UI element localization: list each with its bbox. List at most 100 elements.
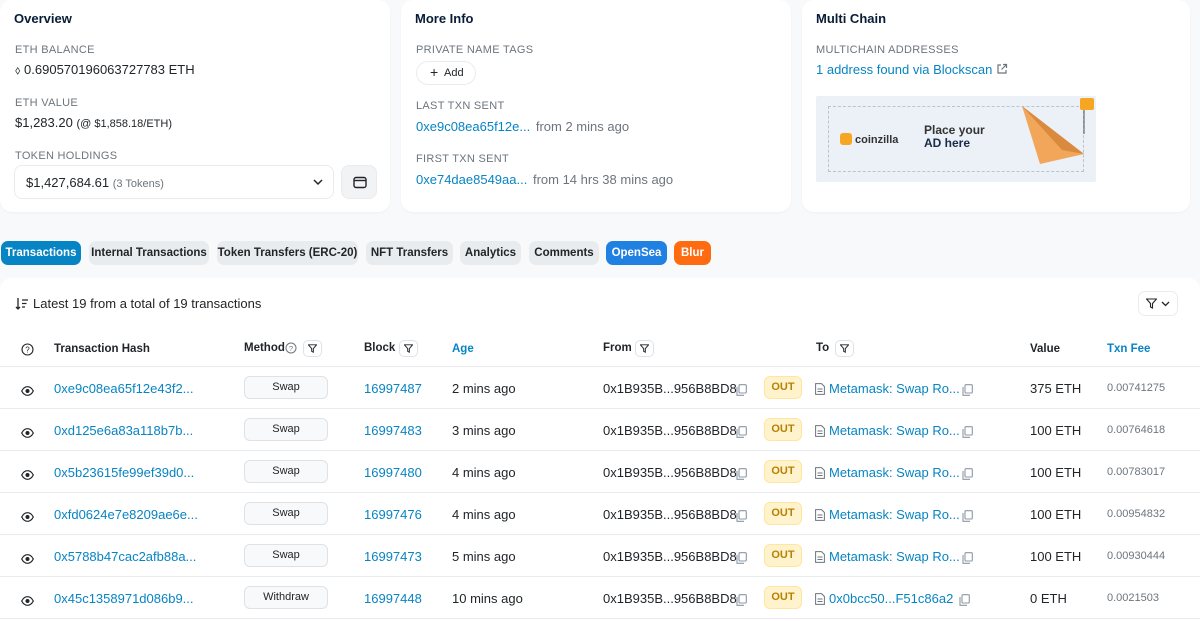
eth-value-label: ETH VALUE bbox=[15, 97, 79, 109]
svg-text:?: ? bbox=[289, 344, 293, 353]
copy-icon[interactable] bbox=[736, 551, 747, 569]
from-address: 0x1B935B...956B8BD8 bbox=[603, 381, 737, 396]
transaction-hash-link[interactable]: 0xd125e6a83a118b7b... bbox=[54, 423, 193, 438]
help-circle-icon[interactable]: ? bbox=[21, 343, 34, 356]
direction-badge: OUT bbox=[764, 418, 802, 441]
direction-badge: OUT bbox=[764, 544, 802, 567]
eye-icon[interactable] bbox=[21, 383, 34, 401]
token-holdings-amount: $1,427,684.61 bbox=[26, 175, 110, 190]
copy-icon[interactable] bbox=[962, 383, 973, 401]
private-tags-label: PRIVATE NAME TAGS bbox=[416, 44, 534, 56]
copy-icon[interactable] bbox=[736, 593, 747, 611]
last-txn-hash-link[interactable]: 0xe9c08ea65f12e... bbox=[416, 119, 530, 134]
transaction-hash-link[interactable]: 0x45c1358971d086b9... bbox=[54, 591, 194, 606]
copy-icon[interactable] bbox=[736, 425, 747, 443]
copy-icon[interactable] bbox=[962, 467, 973, 485]
header-transaction-hash: Transaction Hash bbox=[54, 343, 150, 355]
copy-icon[interactable] bbox=[736, 467, 747, 485]
from-address: 0x1B935B...956B8BD8 bbox=[603, 591, 737, 606]
tab-blur[interactable]: Blur bbox=[674, 241, 711, 265]
transaction-hash-link[interactable]: 0x5b23615fe99ef39d0... bbox=[54, 465, 194, 480]
block-filter-button[interactable] bbox=[399, 340, 418, 357]
last-txn: 0xe9c08ea65f12e... from 2 mins ago bbox=[416, 119, 629, 134]
sort-descending-icon bbox=[15, 298, 28, 310]
value-text: 100 ETH bbox=[1030, 423, 1082, 438]
ad-brand-label: coinzilla bbox=[855, 134, 899, 146]
to-address-link[interactable]: Metamask: Swap Ro... bbox=[829, 507, 960, 522]
transaction-hash-link[interactable]: 0x5788b47cac2afb88a... bbox=[54, 549, 196, 564]
to-address-link[interactable]: Metamask: Swap Ro... bbox=[829, 381, 960, 396]
token-portfolio-button[interactable] bbox=[341, 165, 377, 199]
from-address: 0x1B935B...956B8BD8 bbox=[603, 507, 737, 522]
external-link-icon[interactable] bbox=[996, 63, 1008, 75]
tab-analytics[interactable]: Analytics bbox=[460, 241, 521, 265]
last-txn-label: LAST TXN SENT bbox=[416, 100, 505, 112]
info-circle-icon[interactable]: ? bbox=[285, 342, 297, 354]
tab-nft-transfers[interactable]: NFT Transfers bbox=[366, 241, 453, 265]
transaction-hash-link[interactable]: 0xfd0624e7e8209ae6e... bbox=[54, 507, 198, 522]
tab-token-transfers[interactable]: Token Transfers (ERC-20) bbox=[217, 241, 358, 265]
more-info-title: More Info bbox=[415, 11, 474, 26]
tab-comments[interactable]: Comments bbox=[529, 241, 599, 265]
eye-icon[interactable] bbox=[21, 425, 34, 443]
copy-icon[interactable] bbox=[962, 551, 973, 569]
coinzilla-ad-banner[interactable]: coinzilla Place your AD here bbox=[816, 96, 1096, 182]
age-text: 2 mins ago bbox=[452, 381, 516, 396]
block-link[interactable]: 16997487 bbox=[364, 381, 422, 396]
tab-internal-transactions[interactable]: Internal Transactions bbox=[89, 241, 209, 265]
block-link[interactable]: 16997476 bbox=[364, 507, 422, 522]
eth-value: $1,283.20 (@ $1,858.18/ETH) bbox=[15, 115, 172, 130]
from-address: 0x1B935B...956B8BD8 bbox=[603, 465, 737, 480]
to-address-link[interactable]: Metamask: Swap Ro... bbox=[829, 423, 960, 438]
svg-text:?: ? bbox=[25, 346, 30, 355]
eth-balance-value: ⬨ 0.690570196063727783 ETH bbox=[15, 62, 195, 78]
block-link[interactable]: 16997483 bbox=[364, 423, 422, 438]
first-txn-hash-link[interactable]: 0xe74dae8549aa... bbox=[416, 172, 527, 187]
method-badge: Swap bbox=[244, 376, 328, 399]
table-row: 0xfd0624e7e8209ae6e... Swap 16997476 4 mins… bbox=[0, 493, 1200, 535]
value-text: 100 ETH bbox=[1030, 507, 1082, 522]
header-txn-fee-toggle[interactable]: Txn Fee bbox=[1107, 343, 1150, 355]
transaction-hash-link[interactable]: 0xe9c08ea65f12e43f2... bbox=[54, 381, 194, 396]
eth-balance-label: ETH BALANCE bbox=[15, 44, 95, 56]
block-link[interactable]: 16997473 bbox=[364, 549, 422, 564]
to-address-link[interactable]: Metamask: Swap Ro... bbox=[829, 549, 960, 564]
from-address: 0x1B935B...956B8BD8 bbox=[603, 423, 737, 438]
header-from: From bbox=[603, 342, 632, 354]
tab-transactions[interactable]: Transactions bbox=[1, 241, 81, 265]
add-label: Add bbox=[444, 67, 464, 79]
eye-icon[interactable] bbox=[21, 509, 34, 527]
age-text: 4 mins ago bbox=[452, 465, 516, 480]
filter-icon bbox=[404, 344, 413, 353]
method-badge: Swap bbox=[244, 418, 328, 441]
first-txn: 0xe74dae8549aa... from 14 hrs 38 mins ag… bbox=[416, 172, 673, 187]
ad-mascot-icon bbox=[1080, 98, 1094, 110]
from-filter-button[interactable] bbox=[635, 340, 654, 357]
method-filter-button[interactable] bbox=[303, 340, 322, 357]
copy-icon[interactable] bbox=[959, 593, 970, 611]
to-filter-button[interactable] bbox=[835, 340, 854, 357]
tab-opensea[interactable]: OpenSea bbox=[606, 241, 667, 265]
block-link[interactable]: 16997480 bbox=[364, 465, 422, 480]
header-age-toggle[interactable]: Age bbox=[452, 343, 474, 355]
more-info-card: More Info PRIVATE NAME TAGS LAST TXN SEN… bbox=[401, 0, 791, 212]
eye-icon[interactable] bbox=[21, 551, 34, 569]
to-address-link[interactable]: 0x0bcc50...F51c86a2 bbox=[829, 591, 953, 606]
token-holdings-dropdown[interactable]: $1,427,684.61 (3 Tokens) bbox=[14, 165, 334, 199]
block-link[interactable]: 16997448 bbox=[364, 591, 422, 606]
to-address-link[interactable]: Metamask: Swap Ro... bbox=[829, 465, 960, 480]
copy-icon[interactable] bbox=[736, 383, 747, 401]
copy-icon[interactable] bbox=[736, 509, 747, 527]
row-divider bbox=[0, 618, 1200, 619]
first-txn-time: from 14 hrs 38 mins ago bbox=[532, 172, 674, 187]
eye-icon[interactable] bbox=[21, 593, 34, 611]
copy-icon[interactable] bbox=[962, 509, 973, 527]
table-filter-dropdown[interactable] bbox=[1138, 291, 1178, 316]
copy-icon[interactable] bbox=[962, 425, 973, 443]
add-private-tag-button[interactable]: + Add bbox=[416, 61, 476, 85]
method-badge: Swap bbox=[244, 460, 328, 483]
table-row: 0x5b23615fe99ef39d0... Swap 16997480 4 mins… bbox=[0, 451, 1200, 493]
blockscan-link[interactable]: 1 address found via Blockscan bbox=[816, 62, 992, 77]
eye-icon[interactable] bbox=[21, 467, 34, 485]
token-holdings-label: TOKEN HOLDINGS bbox=[15, 150, 118, 162]
